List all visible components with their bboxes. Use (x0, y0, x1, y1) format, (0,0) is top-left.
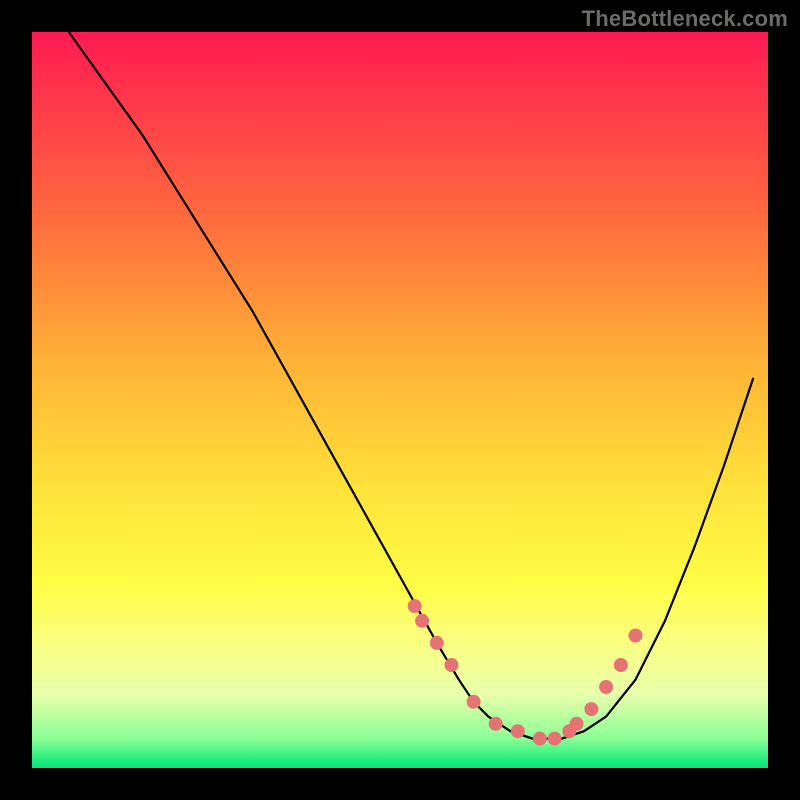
data-point (614, 658, 628, 672)
data-point (599, 680, 613, 694)
data-point (533, 732, 547, 746)
watermark-text: TheBottleneck.com (582, 6, 788, 32)
curve-line (69, 32, 754, 739)
data-point (415, 614, 429, 628)
data-point (430, 636, 444, 650)
chart-svg (32, 32, 768, 768)
data-point (629, 629, 643, 643)
data-point (445, 658, 459, 672)
data-point (548, 732, 562, 746)
chart-plot-area (32, 32, 768, 768)
data-point (467, 695, 481, 709)
data-point (408, 599, 422, 613)
data-point (584, 702, 598, 716)
data-point (489, 717, 503, 731)
data-point (511, 724, 525, 738)
data-point (570, 717, 584, 731)
